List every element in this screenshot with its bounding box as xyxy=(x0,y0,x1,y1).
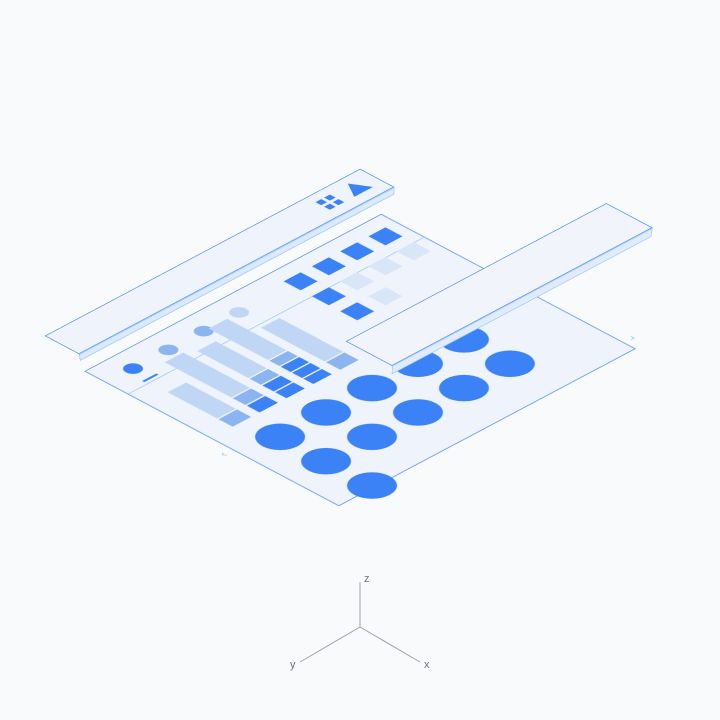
circle-thumb[interactable] xyxy=(475,345,546,382)
grid-thumb[interactable] xyxy=(284,272,318,290)
grid-thumb[interactable] xyxy=(368,227,402,245)
chevron-left-icon[interactable]: ‹ xyxy=(216,450,232,459)
grid-thumb-empty[interactable] xyxy=(397,242,431,260)
circle-thumb[interactable] xyxy=(429,369,500,406)
triangle-icon[interactable] xyxy=(338,179,372,197)
circle-thumb[interactable] xyxy=(383,394,454,431)
grid-thumb-empty[interactable] xyxy=(340,272,374,290)
grid-thumb[interactable] xyxy=(312,287,346,305)
bar-column xyxy=(166,382,251,427)
grid-thumb[interactable] xyxy=(340,302,374,320)
axis-reference: z x y xyxy=(270,572,450,682)
circle-thumb[interactable] xyxy=(337,369,408,406)
grid-thumb-empty[interactable] xyxy=(368,257,402,275)
grid-icon[interactable] xyxy=(316,195,345,210)
bar-column xyxy=(163,352,278,413)
circle-thumb[interactable] xyxy=(245,418,316,455)
axis-x-label: x xyxy=(424,659,430,671)
circle-thumb[interactable] xyxy=(291,394,362,431)
circle-thumb[interactable] xyxy=(337,418,408,455)
axis-z-label: z xyxy=(364,573,370,585)
tab-1[interactable] xyxy=(117,360,151,378)
circle-thumb[interactable] xyxy=(291,442,362,479)
grid-thumb-empty[interactable] xyxy=(368,287,402,305)
grid-thumb[interactable] xyxy=(312,257,346,275)
axis-y-label: y xyxy=(290,659,296,671)
circle-thumb[interactable] xyxy=(337,467,408,504)
resize-corner-icon[interactable]: ⌟ xyxy=(619,332,638,342)
grid-thumb[interactable] xyxy=(340,242,374,260)
